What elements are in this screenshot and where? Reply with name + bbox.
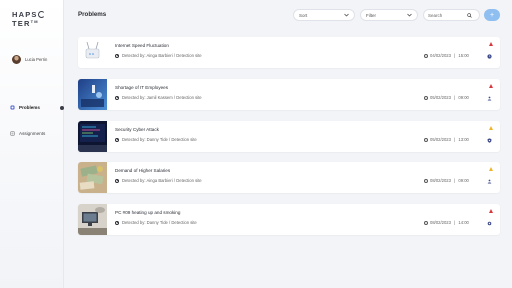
severity-warning-icon [489,209,493,213]
problem-datetime: 08/02/2023 | 09:00 [424,178,469,183]
detected-by: Detected by: Jamil Kassem / Detection si… [122,95,202,100]
problem-card[interactable]: Internet Speed Fluctuation Detected by: … [78,37,500,68]
problem-title: Shortage of IT Employees [115,85,169,90]
sidebar: HAPSTERTM Lucia Perrin Problems Assignme… [0,0,64,288]
clock-status-icon [487,54,492,59]
clock-icon [424,137,428,142]
problem-time: 15:00 [458,53,469,58]
problem-date: 04/02/2023 [430,53,451,58]
problem-datetime: 08/02/2023 | 14:00 [424,220,469,225]
money-image [78,162,107,193]
app-logo[interactable]: HAPSTERTM [12,10,63,28]
problem-meta: Detected by: Ainga Barbieri / Detection … [115,53,202,58]
problem-card[interactable]: Security Cyber Attack Detected by: Danny… [78,121,500,152]
filter-select[interactable]: Filter [360,9,418,21]
chevron-down-icon [407,13,412,17]
sidebar-item-assignments[interactable]: Assignments [10,131,45,136]
problem-card[interactable]: PC #09 heating up and smoking Detected b… [78,204,500,235]
chevron-down-icon [344,13,349,17]
problem-date: 08/02/2023 [430,178,451,183]
avatar [12,55,21,64]
sort-select[interactable]: Sort [293,9,355,21]
problem-datetime: 05/02/2023 | 13:00 [424,137,469,142]
detector-icon [115,178,119,183]
detected-by: Detected by: Ainga Barbieri / Detection … [122,178,202,183]
problem-title: Internet Speed Fluctuation [115,43,169,48]
problem-title: PC #09 heating up and smoking [115,210,181,215]
problem-meta: Detected by: Danny Tide / Detection site [115,137,197,142]
problem-meta: Detected by: Ainga Barbieri / Detection … [115,178,202,183]
problem-time: 14:00 [458,220,469,225]
problem-date: 05/02/2023 [430,137,451,142]
problem-meta: Detected by: Jamil Kassem / Detection si… [115,95,202,100]
logo-mark-icon [38,11,46,18]
sort-label: Sort [299,12,308,18]
logo-text-left: HAPS [12,10,38,19]
detector-icon [115,220,119,225]
gear-icon [487,221,492,226]
people-icon [487,179,492,184]
logo-text-right: TER [12,19,31,28]
assignments-icon [10,131,15,136]
clock-icon [424,53,428,58]
status-icons [487,126,495,148]
search-input[interactable] [428,12,464,18]
severity-warning-icon [489,42,493,46]
sidebar-item-problems[interactable]: Problems [10,105,40,110]
problem-meta: Detected by: Danny Tide / Detection site [115,220,197,225]
status-icons [487,167,495,189]
people-icon [487,96,492,101]
detector-icon [115,137,119,142]
office-image [78,79,107,110]
problem-time: 09:00 [458,95,469,100]
computer-image [78,204,107,235]
severity-warning-icon [489,84,493,88]
problem-time: 09:00 [458,178,469,183]
problem-time: 13:00 [458,137,469,142]
status-icons [487,209,495,231]
detected-by: Detected by: Danny Tide / Detection site [122,220,197,225]
search-icon[interactable] [467,12,472,18]
clock-icon [424,220,428,225]
clock-icon [424,178,428,183]
router-image [78,37,107,68]
code-screen-image [78,121,107,152]
logo-trademark: TM [30,19,39,24]
problem-card[interactable]: Demand of Higher Salaries Detected by: A… [78,162,500,193]
detected-by: Detected by: Ainga Barbieri / Detection … [122,53,202,58]
sidebar-item-label: Problems [19,105,40,110]
detector-icon [115,95,119,100]
status-icons [487,42,495,64]
user-name: Lucia Perrin [25,57,48,62]
page-title: Problems [78,11,107,18]
active-indicator [60,106,64,110]
severity-warning-icon [489,126,493,130]
problem-datetime: 04/02/2023 | 15:00 [424,53,469,58]
clock-icon [424,95,428,100]
problem-datetime: 05/02/2023 | 09:00 [424,95,469,100]
filter-label: Filter [366,12,376,18]
shield-icon [487,138,492,143]
severity-warning-icon [489,167,493,171]
status-icons [487,84,495,106]
problems-icon [10,105,15,110]
search-box[interactable] [423,9,480,21]
detected-by: Detected by: Danny Tide / Detection site [122,137,197,142]
add-problem-button[interactable]: + [484,9,500,21]
problem-date: 05/02/2023 [430,95,451,100]
sidebar-item-label: Assignments [19,131,46,136]
detector-icon [115,53,119,58]
user-profile[interactable]: Lucia Perrin [12,55,47,64]
problem-title: Security Cyber Attack [115,127,159,132]
problem-card[interactable]: Shortage of IT Employees Detected by: Ja… [78,79,500,110]
problem-title: Demand of Higher Salaries [115,168,171,173]
problem-date: 08/02/2023 [430,220,451,225]
